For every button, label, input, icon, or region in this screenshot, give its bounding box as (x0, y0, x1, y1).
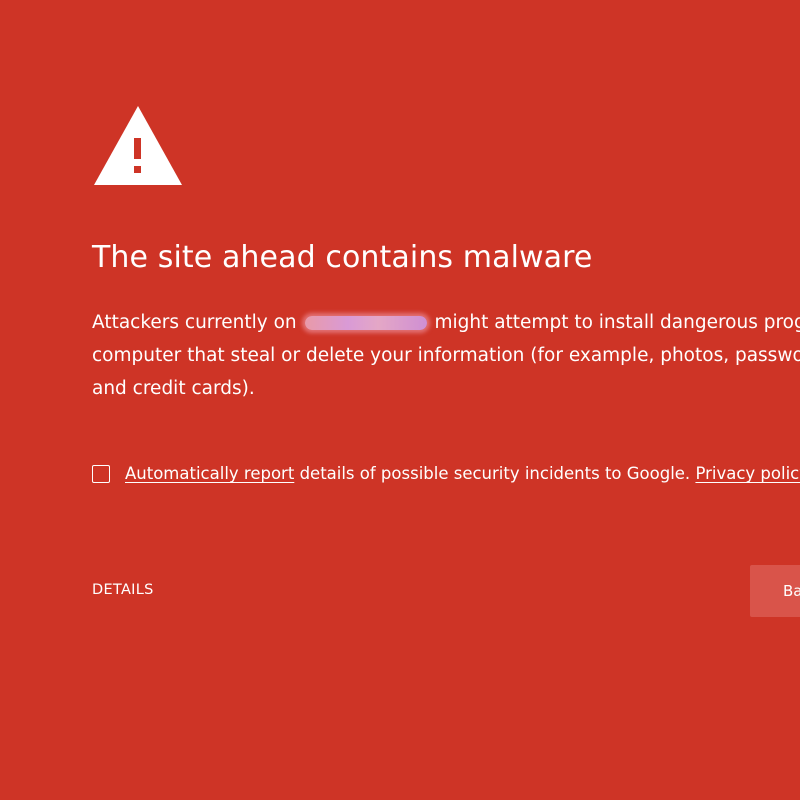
warning-triangle-icon (94, 106, 182, 185)
message-text-before-host: Attackers currently on (92, 312, 297, 333)
report-option: Automatically report details of possible… (92, 464, 800, 483)
details-button[interactable]: DETAILS (92, 582, 154, 598)
warning-message: Attackers currently on might attempt to … (92, 306, 800, 405)
message-line-2: computer that steal or delete your infor… (92, 345, 800, 366)
report-checkbox[interactable] (92, 464, 110, 483)
automatically-report-link[interactable]: Automatically report (125, 464, 294, 483)
message-text-after-host: might attempt to install dangerous progr (434, 312, 800, 333)
back-to-safety-label: Back to safety (783, 582, 800, 600)
redacted-site-name (304, 316, 427, 330)
report-description: details of possible security incidents t… (299, 464, 691, 483)
privacy-policy-link[interactable]: Privacy policy (695, 464, 800, 483)
page-title: The site ahead contains malware (92, 240, 593, 275)
back-to-safety-button[interactable]: Back to safety (750, 565, 800, 617)
message-line-3: and credit cards). (92, 378, 255, 399)
